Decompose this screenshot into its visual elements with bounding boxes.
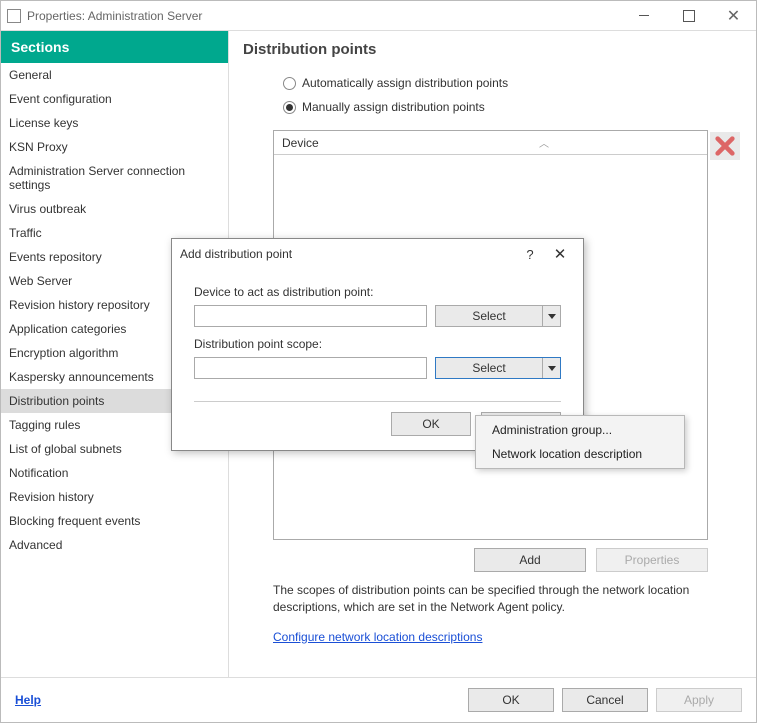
minimize-button[interactable] bbox=[621, 1, 666, 30]
window-title: Properties: Administration Server bbox=[27, 9, 621, 23]
maximize-button[interactable] bbox=[666, 1, 711, 30]
dropdown-item-network-location[interactable]: Network location description bbox=[478, 442, 682, 466]
sidebar-item-license-keys[interactable]: License keys bbox=[1, 111, 228, 135]
ok-button[interactable]: OK bbox=[468, 688, 554, 712]
chevron-down-icon bbox=[542, 358, 560, 378]
scope-select-button[interactable]: Select bbox=[435, 357, 561, 379]
dialog-titlebar: Add distribution point ? ✕ bbox=[172, 239, 583, 269]
radio-manual-assign[interactable]: Manually assign distribution points bbox=[283, 100, 742, 114]
dropdown-item-admin-group[interactable]: Administration group... bbox=[478, 418, 682, 442]
divider bbox=[194, 401, 561, 402]
label-device: Device to act as distribution point: bbox=[194, 285, 561, 299]
sort-indicator-icon: ︿ bbox=[539, 135, 549, 150]
device-input[interactable] bbox=[194, 305, 427, 327]
sidebar-item-blocking-frequent-events[interactable]: Blocking frequent events bbox=[1, 509, 228, 533]
sidebar-item-revision-history[interactable]: Revision history bbox=[1, 485, 228, 509]
configure-network-link[interactable]: Configure network location descriptions bbox=[273, 630, 482, 644]
help-icon[interactable]: ? bbox=[515, 247, 545, 262]
footer: Help OK Cancel Apply bbox=[1, 677, 756, 722]
sidebar-item-general[interactable]: General bbox=[1, 63, 228, 87]
page-title: Distribution points bbox=[243, 41, 742, 58]
sidebar-header: Sections bbox=[1, 31, 228, 63]
cancel-button[interactable]: Cancel bbox=[562, 688, 648, 712]
app-icon bbox=[7, 9, 21, 23]
radio-auto-assign[interactable]: Automatically assign distribution points bbox=[283, 76, 742, 90]
chevron-down-icon bbox=[542, 306, 560, 326]
scope-select-dropdown: Administration group... Network location… bbox=[475, 415, 685, 469]
apply-button: Apply bbox=[656, 688, 742, 712]
properties-window: Properties: Administration Server ✕ Sect… bbox=[0, 0, 757, 723]
sidebar-item-event-configuration[interactable]: Event configuration bbox=[1, 87, 228, 111]
properties-button: Properties bbox=[596, 548, 708, 572]
radio-label: Manually assign distribution points bbox=[302, 100, 485, 114]
help-link[interactable]: Help bbox=[15, 693, 41, 707]
sidebar-item-advanced[interactable]: Advanced bbox=[1, 533, 228, 557]
sidebar-item-administration-server-connection-settings[interactable]: Administration Server connection setting… bbox=[1, 159, 228, 197]
dialog-title: Add distribution point bbox=[180, 247, 515, 261]
radio-label: Automatically assign distribution points bbox=[302, 76, 508, 90]
device-list-header[interactable]: Device ︿ bbox=[274, 131, 707, 155]
radio-icon bbox=[283, 77, 296, 90]
remove-device-button[interactable] bbox=[710, 132, 740, 160]
info-text: The scopes of distribution points can be… bbox=[273, 582, 742, 616]
label-scope: Distribution point scope: bbox=[194, 337, 561, 351]
radio-icon bbox=[283, 101, 296, 114]
dialog-close-button[interactable]: ✕ bbox=[545, 245, 575, 263]
sidebar-item-ksn-proxy[interactable]: KSN Proxy bbox=[1, 135, 228, 159]
sidebar-item-virus-outbreak[interactable]: Virus outbreak bbox=[1, 197, 228, 221]
column-device: Device bbox=[282, 136, 319, 150]
close-icon bbox=[714, 135, 736, 157]
close-button[interactable]: ✕ bbox=[711, 1, 756, 30]
titlebar: Properties: Administration Server ✕ bbox=[1, 1, 756, 31]
device-select-button[interactable]: Select bbox=[435, 305, 561, 327]
dialog-ok-button[interactable]: OK bbox=[391, 412, 471, 436]
scope-input[interactable] bbox=[194, 357, 427, 379]
sidebar-item-notification[interactable]: Notification bbox=[1, 461, 228, 485]
add-button[interactable]: Add bbox=[474, 548, 586, 572]
